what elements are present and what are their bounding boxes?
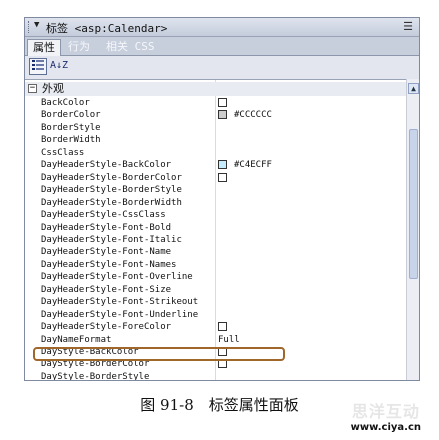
property-row[interactable]: DayHeaderStyle-Font-Strikeout	[25, 296, 406, 308]
property-name: DayHeaderStyle-Font-Size	[41, 284, 172, 295]
property-name: CssClass	[41, 147, 85, 158]
property-grid: − 外观 BackColor BorderColor #CCCCCC BorderSt…	[25, 79, 406, 381]
property-row[interactable]: DayHeaderStyle-BorderWidth	[25, 197, 406, 209]
drag-grip[interactable]	[28, 21, 31, 33]
property-name: DayHeaderStyle-Font-Overline	[41, 272, 193, 283]
property-row[interactable]: DayHeaderStyle-Font-Size	[25, 284, 406, 296]
sort-alphabetical-icon[interactable]: A↓Z	[50, 58, 68, 75]
color-swatch-icon[interactable]	[218, 322, 227, 332]
property-row[interactable]: DayHeaderStyle-BorderColor	[25, 172, 406, 184]
property-value[interactable]: Full	[218, 334, 240, 346]
watermark-text: 思洋互动	[351, 402, 420, 421]
property-name: DayHeaderStyle-Font-Italic	[41, 234, 182, 245]
property-name: DayNameFormat	[41, 334, 112, 345]
tab-behaviors[interactable]: 行为	[63, 39, 95, 56]
category-appearance[interactable]: − 外观	[25, 82, 406, 96]
color-swatch-icon[interactable]	[218, 160, 227, 170]
property-name: BorderWidth	[41, 135, 101, 146]
property-name: DayHeaderStyle-BorderColor	[41, 172, 182, 183]
tag-inspector-panel: ▼ 标签 <asp:Calendar> ☰ 属性 行为 相关 CSS A↓Z −…	[24, 17, 420, 381]
property-row[interactable]: DayHeaderStyle-CssClass	[25, 209, 406, 221]
caption-text: 图 91-8 标签属性面板	[140, 396, 299, 414]
property-name: DayHeaderStyle-BorderStyle	[41, 185, 182, 196]
category-label: 外观	[42, 82, 64, 95]
property-name: DayHeaderStyle-Font-Strikeout	[41, 297, 199, 308]
highlighted-row-outline	[33, 347, 285, 361]
property-row[interactable]: DayNameFormat Full	[25, 334, 406, 346]
property-row[interactable]: BackColor	[25, 97, 406, 109]
property-name: DayHeaderStyle-Font-Name	[41, 247, 172, 258]
property-row[interactable]: DayHeaderStyle-Font-Underline	[25, 309, 406, 321]
property-row[interactable]: DayHeaderStyle-BorderStyle	[25, 184, 406, 196]
watermark-logo: 思洋互动 www.ciya.cn	[351, 398, 421, 433]
property-name: BackColor	[41, 98, 90, 108]
color-swatch-icon[interactable]	[218, 110, 227, 120]
tab-relevant-css[interactable]: 相关 CSS	[101, 39, 160, 56]
panel-options-menu-icon[interactable]: ☰	[403, 20, 413, 33]
category-view-icon[interactable]	[29, 58, 47, 75]
scroll-thumb[interactable]	[409, 129, 418, 279]
color-swatch-icon[interactable]	[218, 98, 227, 107]
color-swatch-icon[interactable]	[218, 172, 227, 182]
watermark-url: www.ciya.cn	[350, 422, 421, 433]
property-value[interactable]: #CCCCCC	[234, 109, 272, 121]
property-name: DayHeaderStyle-Font-Underline	[41, 309, 199, 320]
property-name: DayHeaderStyle-Font-Names	[41, 259, 177, 270]
property-row[interactable]: DayHeaderStyle-Font-Overline	[25, 271, 406, 283]
property-row[interactable]: DayHeaderStyle-BackColor #C4ECFF	[25, 159, 406, 171]
panel-title: 标签 <asp:Calendar>	[46, 22, 168, 35]
collapse-arrow-icon[interactable]: ▼	[34, 20, 39, 30]
property-row[interactable]: DayHeaderStyle-ForeColor	[25, 321, 406, 333]
property-name: BorderStyle	[41, 122, 101, 133]
property-row[interactable]: BorderColor #CCCCCC	[25, 109, 406, 121]
panel-tabs: 属性 行为 相关 CSS	[25, 37, 419, 56]
property-row[interactable]: DayHeaderStyle-Font-Name	[25, 246, 406, 258]
property-value[interactable]: #C4ECFF	[234, 159, 272, 171]
property-row[interactable]: BorderStyle	[25, 122, 406, 134]
scroll-up-icon[interactable]: ▲	[408, 83, 419, 94]
property-name: DayHeaderStyle-Font-Bold	[41, 222, 172, 233]
panel-toolbar: A↓Z	[25, 56, 419, 78]
property-row[interactable]: CssClass	[25, 147, 406, 159]
collapse-toggle-icon[interactable]: −	[28, 84, 37, 93]
property-row[interactable]: DayStyle-BorderStyle	[25, 371, 406, 381]
property-name: BorderColor	[41, 110, 101, 121]
property-name: DayHeaderStyle-BackColor	[41, 160, 172, 171]
property-row[interactable]: DayHeaderStyle-Font-Names	[25, 259, 406, 271]
vertical-scrollbar[interactable]: ▲	[406, 79, 419, 380]
property-name: DayHeaderStyle-BorderWidth	[41, 197, 182, 208]
property-name: DayStyle-BorderStyle	[41, 371, 150, 381]
property-name: DayHeaderStyle-ForeColor	[41, 322, 172, 333]
property-row[interactable]: DayHeaderStyle-Font-Italic	[25, 234, 406, 246]
panel-titlebar[interactable]: ▼ 标签 <asp:Calendar> ☰	[25, 18, 419, 37]
property-row[interactable]: BorderWidth	[25, 134, 406, 146]
property-row[interactable]: DayHeaderStyle-Font-Bold	[25, 222, 406, 234]
property-name: DayHeaderStyle-CssClass	[41, 210, 166, 221]
tab-attributes[interactable]: 属性	[27, 39, 61, 56]
